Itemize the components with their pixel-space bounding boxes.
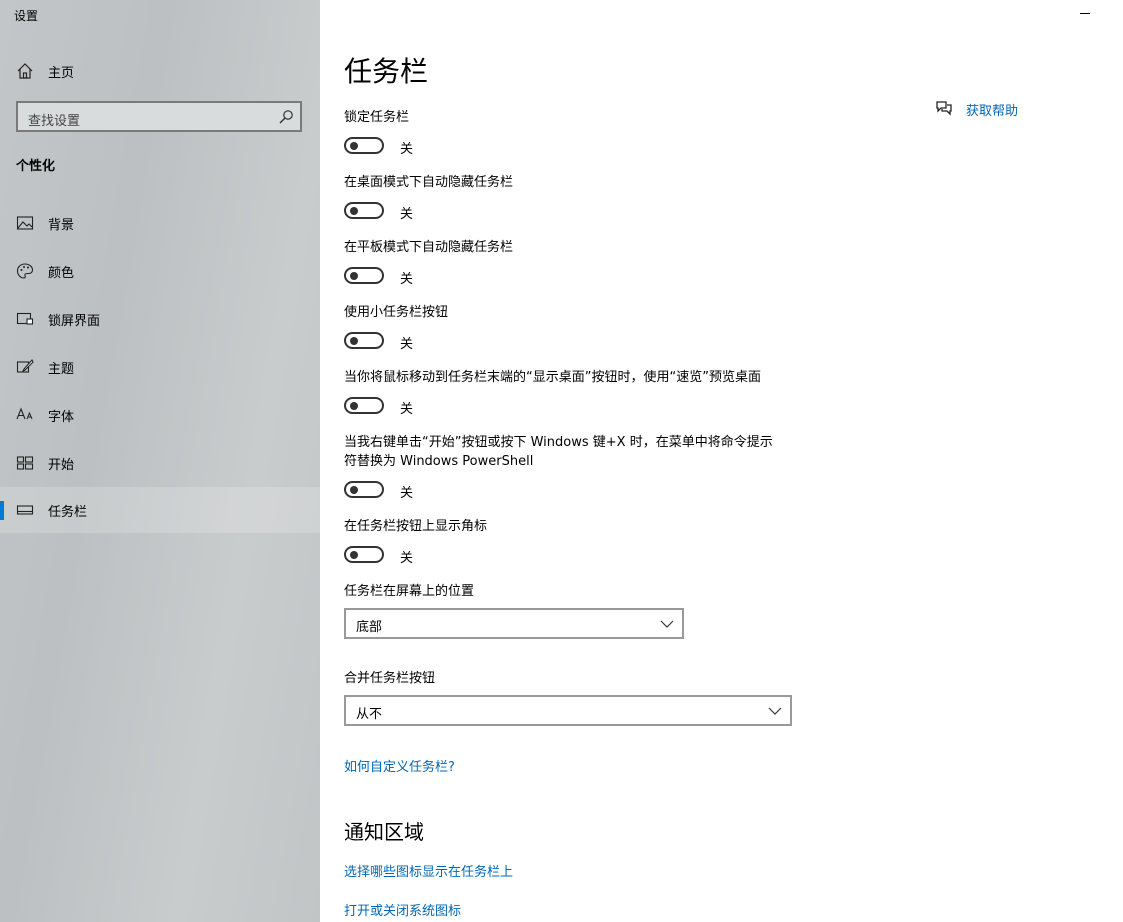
start-grid-icon (16, 454, 34, 472)
sidebar-item-taskbar[interactable]: 任务栏 (0, 487, 320, 533)
taskbar-position-label: 任务栏在屏幕上的位置 (344, 584, 475, 599)
theme-brush-icon (16, 358, 34, 376)
sidebar-item-themes[interactable]: 主题 (0, 344, 320, 390)
toggle-switch[interactable] (344, 546, 384, 563)
chevron-down-icon (768, 705, 782, 717)
window-title: 设置 (14, 9, 39, 23)
sidebar: 设置 主页 查找设置 个性化 背景 颜色 锁屏界面 主题 字体 开始 任务栏 (0, 0, 320, 922)
sidebar-item-label: 主题 (48, 362, 75, 377)
toggle-state-label: 关 (400, 207, 414, 222)
chevron-down-icon (660, 618, 674, 630)
toggle-switch[interactable] (344, 137, 384, 154)
notification-area-title: 通知区域 (344, 820, 424, 844)
sidebar-item-label: 任务栏 (48, 505, 88, 520)
setting-autohide-tablet-label: 在平板模式下自动隐藏任务栏 (344, 240, 514, 255)
sidebar-item-label: 锁屏界面 (48, 314, 101, 329)
search-placeholder: 查找设置 (28, 114, 81, 129)
toggle-switch[interactable] (344, 202, 384, 219)
customize-taskbar-link[interactable]: 如何自定义任务栏? (344, 756, 455, 775)
toggle-switch[interactable] (344, 267, 384, 284)
toggle-switch[interactable] (344, 481, 384, 498)
combine-buttons-select[interactable]: 从不 (344, 695, 792, 726)
toggle-switch[interactable] (344, 397, 384, 414)
group-title: 个性化 (16, 159, 56, 174)
sidebar-item-fonts[interactable]: 字体 (0, 392, 320, 438)
taskbar-position-value: 底部 (356, 620, 383, 635)
sidebar-item-label: 开始 (48, 458, 75, 473)
main-panel: 任务栏 获取帮助 锁定任务栏 关 在桌面模式下自动隐藏任务栏 关 在平板模式下自… (320, 0, 1123, 922)
active-indicator (0, 501, 4, 520)
font-icon (16, 406, 34, 424)
toggle-state-label: 关 (400, 402, 414, 417)
toggle-knob (350, 402, 358, 410)
toggle-knob (350, 272, 358, 280)
toggle-knob (350, 486, 358, 494)
get-help-label: 获取帮助 (966, 103, 1019, 119)
search-icon[interactable] (278, 109, 294, 125)
toggle-state-label: 关 (400, 486, 414, 501)
sidebar-item-background[interactable]: 背景 (0, 200, 320, 246)
page-title: 任务栏 (344, 55, 429, 88)
nav-home[interactable]: 主页 (0, 48, 320, 94)
search-input[interactable]: 查找设置 (16, 101, 302, 132)
sidebar-item-label: 背景 (48, 218, 75, 233)
sidebar-item-label: 颜色 (48, 266, 75, 281)
sidebar-item-colors[interactable]: 颜色 (0, 248, 320, 294)
toggle-knob (350, 142, 358, 150)
minimize-button[interactable] (1080, 13, 1090, 14)
setting-badges-label: 在任务栏按钮上显示角标 (344, 519, 488, 534)
sidebar-item-label: 字体 (48, 410, 75, 425)
toggle-knob (350, 551, 358, 559)
get-help-link[interactable]: 获取帮助 (934, 99, 1018, 119)
setting-peek-label: 当你将鼠标移动到任务栏末端的“显示桌面”按钮时，使用“速览”预览桌面 (344, 370, 761, 385)
combine-buttons-label: 合并任务栏按钮 (344, 671, 436, 686)
lock-screen-icon (16, 310, 34, 328)
toggle-state-label: 关 (400, 551, 414, 566)
home-icon (16, 62, 34, 80)
toggle-state-label: 关 (400, 142, 414, 157)
system-icons-link[interactable]: 打开或关闭系统图标 (344, 900, 461, 919)
picture-icon (16, 214, 34, 232)
setting-lock-taskbar-label: 锁定任务栏 (344, 110, 410, 125)
help-chat-icon (934, 99, 954, 119)
toggle-state-label: 关 (400, 272, 414, 287)
select-tray-icons-link[interactable]: 选择哪些图标显示在任务栏上 (344, 861, 513, 880)
sidebar-item-lock-screen[interactable]: 锁屏界面 (0, 296, 320, 342)
toggle-knob (350, 207, 358, 215)
toggle-switch[interactable] (344, 332, 384, 349)
sidebar-item-start[interactable]: 开始 (0, 440, 320, 486)
setting-powershell-label: 当我右键单击“开始”按钮或按下 Windows 键+X 时，在菜单中将命令提示符… (344, 435, 773, 469)
setting-small-buttons-label: 使用小任务栏按钮 (344, 305, 449, 320)
toggle-knob (350, 337, 358, 345)
combine-buttons-value: 从不 (356, 707, 383, 722)
taskbar-position-select[interactable]: 底部 (344, 608, 684, 639)
taskbar-icon (16, 501, 34, 519)
palette-icon (16, 262, 34, 280)
toggle-state-label: 关 (400, 337, 414, 352)
nav-home-label: 主页 (48, 66, 75, 81)
setting-autohide-desktop-label: 在桌面模式下自动隐藏任务栏 (344, 175, 514, 190)
